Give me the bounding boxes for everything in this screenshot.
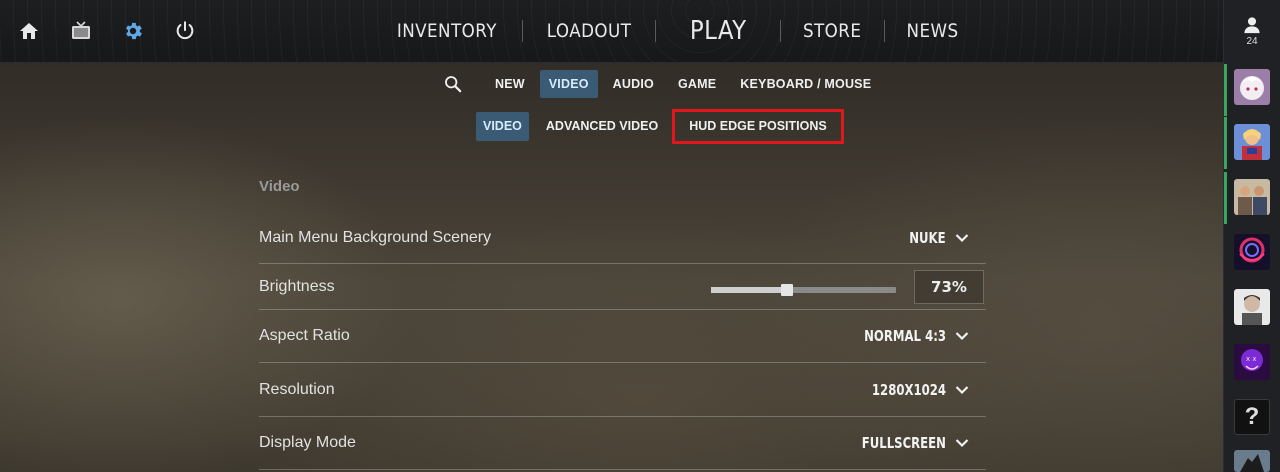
friend-avatar[interactable] (1234, 179, 1270, 215)
nav-store[interactable]: STORE (787, 20, 877, 42)
svg-text:x x: x x (1246, 355, 1257, 363)
person-icon (1244, 16, 1260, 33)
friend-avatar[interactable] (1234, 69, 1270, 105)
setting-label: Display Mode (259, 434, 356, 451)
tv-icon (72, 21, 90, 39)
chevron-down-icon (954, 328, 970, 344)
friends-rail: 24 x x ? (1223, 0, 1280, 472)
scenery-dropdown[interactable]: NUKE (899, 229, 970, 247)
setting-row-brightness: Brightness 73% (259, 264, 986, 310)
friend-avatar[interactable] (1234, 450, 1270, 472)
chevron-down-icon (954, 435, 970, 451)
avatar-image: x x (1234, 344, 1270, 380)
setting-row-resolution: Resolution 1280X1024 (259, 363, 986, 417)
online-indicator (1224, 64, 1227, 116)
settings-tabs: NEW VIDEO AUDIO GAME KEYBOARD / MOUSE (440, 70, 886, 98)
power-button[interactable] (170, 16, 200, 46)
dropdown-value: NUKE (909, 228, 946, 247)
avatar-image (1234, 124, 1270, 160)
tab-game[interactable]: GAME (669, 70, 725, 98)
avatar-image (1234, 289, 1270, 325)
chevron-down-icon (954, 230, 970, 246)
setting-row-aspect-ratio: Aspect Ratio NORMAL 4:3 (259, 310, 986, 363)
tab-new[interactable]: NEW (486, 70, 534, 98)
chevron-down-icon (954, 382, 970, 398)
avatar-image (1234, 179, 1270, 215)
friend-avatar[interactable] (1234, 234, 1270, 270)
tab-audio[interactable]: AUDIO (604, 70, 663, 98)
setting-label: Aspect Ratio (259, 327, 350, 344)
watch-button[interactable] (66, 16, 96, 46)
help-button[interactable]: ? (1234, 399, 1270, 435)
nav-loadout[interactable]: LOADOUT (531, 20, 647, 42)
left-icon-group (14, 16, 222, 46)
setting-row-display-mode: Display Mode FULLSCREEN (259, 417, 986, 470)
nav-separator (780, 20, 782, 42)
subtab-video[interactable]: VIDEO (476, 112, 529, 141)
nav-inventory[interactable]: INVENTORY (381, 20, 513, 42)
friend-avatar[interactable]: x x (1234, 344, 1270, 380)
slider-thumb[interactable] (780, 284, 793, 296)
subtab-hud-edge-positions[interactable]: HUD EDGE POSITIONS (672, 109, 844, 144)
online-indicator (1224, 117, 1227, 169)
nav-separator (654, 20, 656, 42)
avatar-image (1234, 450, 1270, 472)
friend-avatar[interactable] (1234, 124, 1270, 160)
video-sub-tabs: VIDEO ADVANCED VIDEO HUD EDGE POSITIONS (476, 109, 851, 144)
home-icon (20, 23, 38, 39)
aspect-ratio-dropdown[interactable]: NORMAL 4:3 (841, 327, 970, 345)
slider-fill (711, 287, 787, 293)
friends-button[interactable]: 24 (1224, 0, 1280, 62)
setting-label: Resolution (259, 380, 335, 398)
main-nav: INVENTORY LOADOUT PLAY STORE NEWS (372, 0, 980, 62)
nav-news[interactable]: NEWS (890, 20, 974, 42)
settings-search-button[interactable] (440, 70, 466, 98)
dropdown-value: 1280X1024 (871, 380, 946, 399)
gear-icon (126, 22, 142, 40)
search-icon (445, 76, 462, 93)
online-indicator (1224, 172, 1227, 224)
friend-count: 24 (1246, 35, 1258, 47)
nav-play[interactable]: PLAY (663, 16, 772, 46)
section-title: Video (259, 178, 300, 195)
tab-video[interactable]: VIDEO (539, 70, 598, 98)
power-icon (176, 21, 194, 40)
help-label: ? (1244, 403, 1260, 430)
resolution-dropdown[interactable]: 1280X1024 (851, 381, 970, 399)
subtab-advanced-video[interactable]: ADVANCED VIDEO (539, 112, 665, 141)
avatar-image (1234, 234, 1270, 270)
top-navigation-bar: INVENTORY LOADOUT PLAY STORE NEWS (0, 0, 1224, 63)
nav-separator (883, 20, 885, 42)
nav-separator (521, 20, 523, 42)
friend-avatar[interactable] (1234, 289, 1270, 325)
avatar-image (1234, 69, 1270, 105)
dropdown-value: FULLSCREEN (861, 434, 946, 452)
dropdown-value: NORMAL 4:3 (864, 327, 946, 345)
display-mode-dropdown[interactable]: FULLSCREEN (838, 434, 970, 452)
setting-row-background-scenery: Main Menu Background Scenery NUKE (259, 212, 986, 264)
settings-button[interactable] (118, 16, 148, 46)
home-button[interactable] (14, 16, 44, 46)
brightness-slider[interactable] (711, 284, 896, 296)
brightness-value-box[interactable]: 73% (914, 270, 984, 304)
setting-label: Main Menu Background Scenery (259, 228, 492, 246)
tab-keyboard-mouse[interactable]: KEYBOARD / MOUSE (731, 70, 880, 98)
